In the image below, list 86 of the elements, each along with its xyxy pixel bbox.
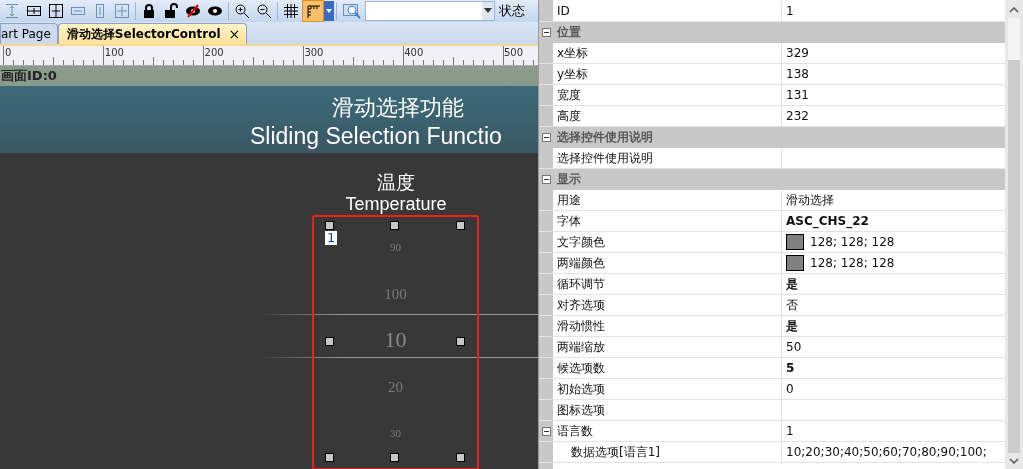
property-value[interactable]: 50 <box>786 340 802 354</box>
property-name: 两端颜色 <box>557 256 605 270</box>
category-header[interactable]: 选择控件使用说明 <box>539 127 1005 148</box>
property-name: 循环调节 <box>557 277 605 291</box>
resize-handle[interactable] <box>325 337 334 346</box>
resize-handle[interactable] <box>390 453 399 462</box>
center-vertical-icon <box>48 3 64 19</box>
resize-handle[interactable] <box>325 453 334 462</box>
property-value[interactable]: 128; 128; 128 <box>810 256 895 270</box>
property-value[interactable]: ASC_CHS_22 <box>786 214 869 228</box>
lock-icon <box>141 3 157 19</box>
property-name: 图标选项 <box>557 403 605 417</box>
property-value[interactable]: 否 <box>786 296 798 314</box>
document-tab[interactable]: 滑动选择SelectorControl × <box>57 23 248 44</box>
property-name: 文字颜色 <box>557 235 605 249</box>
property-value[interactable]: 滑动选择 <box>786 191 834 209</box>
zoom-out-icon <box>256 3 272 19</box>
dropdown-arrow-icon <box>484 8 492 14</box>
property-value[interactable]: 0 <box>786 382 794 396</box>
property-name: ID <box>557 4 570 18</box>
property-value[interactable]: 5 <box>786 361 795 375</box>
property-value[interactable]: 232 <box>786 109 809 123</box>
control-id-badge: 1 <box>325 231 338 245</box>
property-name: 用途 <box>557 193 581 207</box>
property-name: 两端缩放 <box>557 340 605 354</box>
property-name: 数据选项[语言1] <box>571 445 660 459</box>
scroll-down-icon[interactable] <box>1009 457 1019 465</box>
ruler-label: 300 <box>304 47 324 58</box>
document-tab[interactable]: art Page <box>0 23 58 44</box>
canvas-title: 滑动选择功能 <box>331 94 465 122</box>
property-name: 字体 <box>557 214 581 228</box>
property-name: 宽度 <box>557 88 581 102</box>
unlock-icon <box>163 3 179 19</box>
ruler-label: 100 <box>104 47 124 58</box>
property-value[interactable]: 10;20;30;40;50;60;70;80;90;100; <box>786 445 987 459</box>
property-value[interactable]: 1 <box>786 4 794 18</box>
property-name: 滑动惯性 <box>557 319 605 333</box>
label-english: Temperature <box>344 195 448 213</box>
collapse-toggle[interactable] <box>541 132 551 142</box>
grid-icon <box>283 3 299 19</box>
scroll-thumb[interactable] <box>1008 18 1020 60</box>
category-header[interactable]: 显示 <box>539 169 1005 190</box>
property-value[interactable]: 131 <box>786 88 809 102</box>
property-value[interactable]: 是 <box>786 317 798 335</box>
property-name: 对齐选项 <box>557 298 605 312</box>
scroll-up-icon[interactable] <box>1009 6 1019 14</box>
eye-crossed-icon <box>185 3 201 19</box>
property-value[interactable]: 是 <box>786 275 798 293</box>
resize-handle[interactable] <box>325 221 334 230</box>
property-name: 候选项数 <box>557 361 605 375</box>
property-name: x坐标 <box>557 46 589 60</box>
property-value[interactable]: 128; 128; 128 <box>810 235 895 249</box>
property-value[interactable]: 1 <box>786 424 794 438</box>
toolbar-ruler-button[interactable] <box>302 0 324 22</box>
resize-handle[interactable] <box>456 453 465 462</box>
collapse-toggle[interactable] <box>541 174 551 184</box>
scrollbar[interactable] <box>1005 0 1023 469</box>
property-value[interactable]: 138 <box>786 67 809 81</box>
resize-handle[interactable] <box>456 221 465 230</box>
vertical-spacing-icon <box>4 3 20 19</box>
close-tab-button[interactable]: × <box>228 26 241 42</box>
category-header[interactable]: 位置 <box>539 22 1005 43</box>
label-chinese: 温度 <box>376 170 416 194</box>
property-name: 高度 <box>557 109 581 123</box>
property-name: 选择控件使用说明 <box>557 151 653 165</box>
resize-handle[interactable] <box>456 337 465 346</box>
ruler-icon <box>305 3 321 19</box>
ruler-label: 0 <box>5 47 12 58</box>
collapse-toggle[interactable] <box>541 27 551 37</box>
collapse-toggle[interactable] <box>541 426 551 436</box>
property-name: 语言数 <box>557 424 593 438</box>
center-horizontal-icon <box>26 3 42 19</box>
page-id-label: 画面ID:0 <box>0 67 57 85</box>
ruler-label: 400 <box>404 47 424 58</box>
magnifier-icon[interactable] <box>343 3 361 19</box>
same-size-icon <box>114 3 130 19</box>
property-name: y坐标 <box>557 67 589 81</box>
zoom-in-icon <box>234 3 250 19</box>
status-label: 状态 <box>499 2 525 20</box>
dropdown-field[interactable] <box>365 1 495 21</box>
ruler-label: 200 <box>204 47 224 58</box>
canvas-subtitle: Sliding Selection Functio <box>249 122 503 150</box>
ruler-label: 500 <box>504 47 524 58</box>
property-name: 初始选项 <box>557 382 605 396</box>
property-value[interactable]: 329 <box>786 46 809 60</box>
resize-handle[interactable] <box>390 221 399 230</box>
